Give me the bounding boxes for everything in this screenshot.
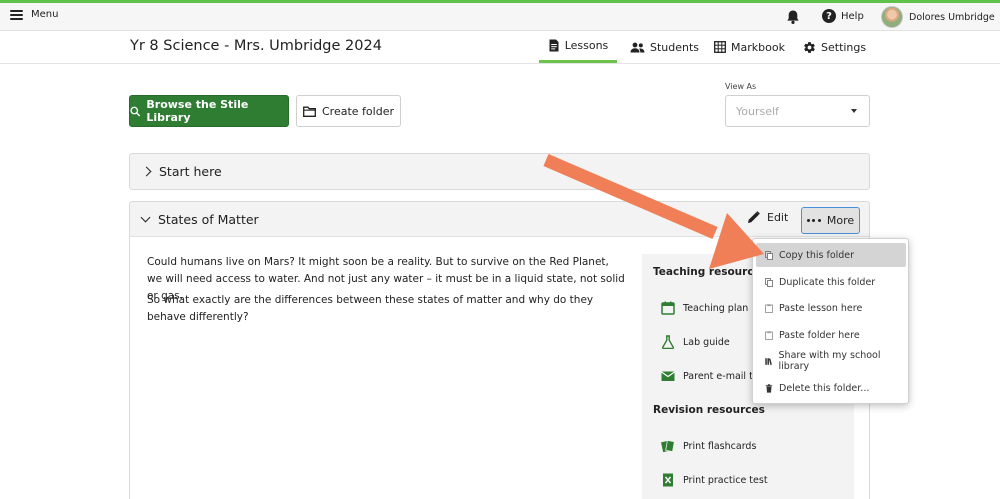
hamburger-icon: [10, 9, 23, 20]
revision-resources-heading: Revision resources: [653, 404, 765, 416]
folder-start-here[interactable]: Start here: [129, 153, 870, 190]
tab-label: Markbook: [731, 40, 785, 54]
duplicate-folder-item[interactable]: Duplicate this folder: [756, 270, 906, 294]
folder-title: States of Matter: [140, 212, 259, 227]
library-icon: [765, 357, 772, 365]
menu-label: Menu: [31, 9, 59, 20]
more-dots-icon: [806, 219, 821, 222]
document-icon: [549, 39, 559, 52]
avatar: [881, 6, 903, 28]
lab-guide-link[interactable]: Lab guide: [661, 335, 730, 349]
spreadsheet-icon: [663, 473, 673, 487]
tab-settings[interactable]: Settings: [803, 31, 866, 63]
teaching-plan-link[interactable]: Teaching plan: [661, 301, 748, 315]
tab-label: Settings: [821, 40, 867, 54]
people-icon: [630, 42, 645, 52]
resource-label: Teaching plan: [683, 302, 749, 314]
more-label: More: [826, 214, 855, 227]
help-label: Help: [841, 10, 864, 22]
help-icon: ?: [822, 9, 836, 23]
caret-down-icon: [851, 109, 857, 113]
menu-item-label: Delete this folder...: [779, 382, 870, 394]
tab-markbook[interactable]: Markbook: [714, 31, 785, 63]
more-button[interactable]: More: [801, 207, 860, 234]
course-title: Yr 8 Science - Mrs. Umbridge 2024: [130, 38, 382, 54]
menu-item-label: Paste folder here: [779, 329, 860, 341]
grid-icon: [714, 41, 726, 53]
tab-label: Lessons: [564, 39, 609, 52]
folder-title: Start here: [141, 164, 222, 179]
paste-lesson-item[interactable]: Paste lesson here: [756, 296, 906, 320]
menu-item-label: Paste lesson here: [779, 302, 863, 314]
tab-students[interactable]: Students: [630, 31, 699, 63]
view-as-select[interactable]: Yourself: [725, 95, 870, 127]
folder-title-text: Start here: [159, 164, 222, 179]
folder-states-of-matter[interactable]: States of Matter Edit More: [129, 201, 870, 237]
edit-label: Edit: [767, 211, 789, 224]
folder-icon: [303, 106, 316, 117]
delete-folder-item[interactable]: Delete this folder...: [756, 376, 906, 400]
parent-email-link[interactable]: Parent e-mail te: [661, 369, 759, 383]
browse-library-label: Browse the Stile Library: [146, 98, 249, 124]
help-button[interactable]: ? Help: [822, 9, 864, 23]
chevron-right-icon: [141, 166, 152, 177]
folder-title-text: States of Matter: [158, 212, 259, 227]
flask-icon: [662, 335, 674, 349]
print-practice-test-link[interactable]: Print practice test: [661, 473, 768, 487]
teaching-resources-heading: Teaching resources: [653, 266, 767, 278]
gear-icon: [804, 41, 815, 53]
browse-library-button[interactable]: Browse the Stile Library: [129, 95, 289, 127]
paste-icon: [765, 303, 773, 313]
menu-button[interactable]: Menu: [10, 9, 58, 20]
menu-item-label: Copy this folder: [779, 249, 855, 261]
top-bar: Menu ? Help Dolores Umbridge: [0, 3, 1000, 31]
menu-item-label: Share with my school library: [778, 350, 881, 372]
course-header: Yr 8 Science - Mrs. Umbridge 2024 Lesson…: [0, 31, 1000, 64]
view-as-label: View As: [725, 82, 757, 91]
calendar-icon: [661, 301, 675, 315]
resource-label: Parent e-mail te: [683, 370, 759, 382]
print-flashcards-link[interactable]: Print flashcards: [661, 439, 756, 453]
resource-label: Print practice test: [683, 474, 768, 486]
edit-button[interactable]: Edit: [747, 211, 788, 224]
view-as-value: Yourself: [736, 105, 779, 118]
more-menu: Copy this folder Duplicate this folder P…: [752, 238, 909, 404]
paste-folder-item[interactable]: Paste folder here: [756, 323, 906, 347]
create-folder-label: Create folder: [322, 104, 394, 118]
copy-icon: [765, 250, 773, 260]
tab-lessons[interactable]: Lessons: [539, 31, 617, 63]
create-folder-button[interactable]: Create folder: [296, 95, 401, 127]
paste-icon: [765, 330, 773, 340]
user-name: Dolores Umbridge: [909, 11, 995, 23]
flashcards-icon: [661, 440, 675, 453]
share-library-item[interactable]: Share with my school library: [756, 349, 906, 373]
menu-item-label: Duplicate this folder: [779, 276, 876, 288]
resource-label: Lab guide: [683, 336, 730, 348]
chevron-down-icon: [140, 212, 151, 223]
search-icon: [130, 106, 141, 116]
pencil-icon: [748, 211, 760, 223]
folder-description: So what exactly are the differences betw…: [147, 294, 594, 323]
envelope-icon: [661, 371, 675, 381]
resource-label: Print flashcards: [683, 440, 757, 452]
bell-icon[interactable]: [785, 9, 801, 25]
tab-label: Students: [650, 40, 700, 54]
copy-folder-item[interactable]: Copy this folder: [756, 243, 906, 267]
copy-icon: [765, 277, 773, 287]
trash-icon: [765, 383, 773, 393]
user-menu[interactable]: Dolores Umbridge: [881, 6, 995, 28]
